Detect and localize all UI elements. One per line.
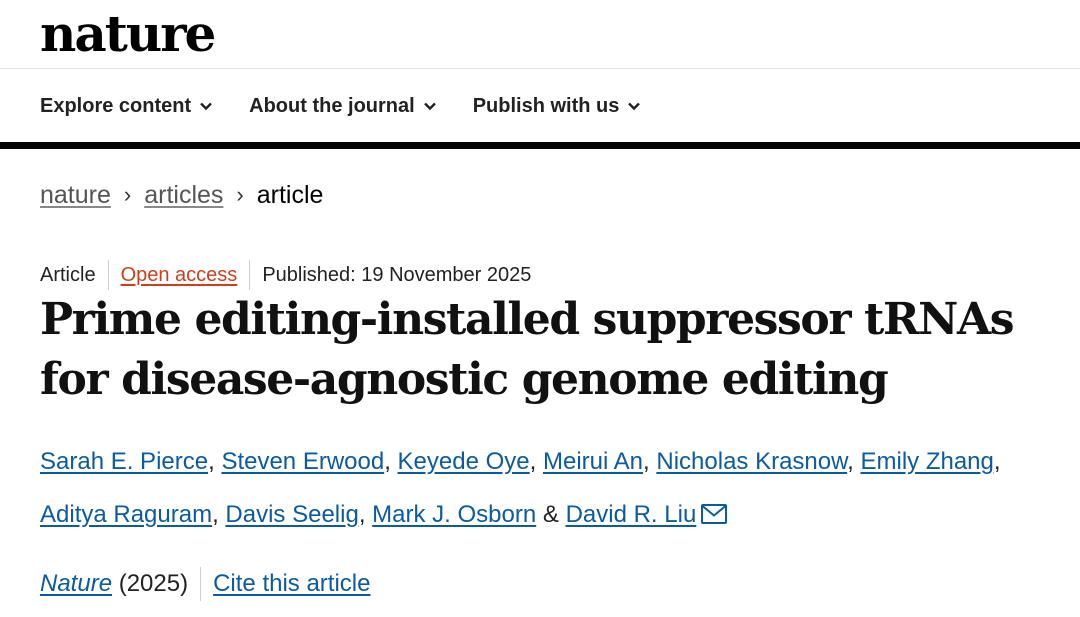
author-link[interactable]: Nicholas Krasnow — [656, 448, 847, 475]
author-separator: , — [529, 448, 543, 475]
nav-label: About the journal — [249, 95, 415, 117]
chevron-down-icon — [423, 102, 436, 111]
cite-divider — [200, 567, 202, 601]
author-separator: , — [208, 448, 222, 475]
article-title: Prime editing-installed suppressor tRNAs… — [40, 290, 1050, 410]
article-type: Article — [40, 264, 96, 286]
cite-this-article-link[interactable]: Cite this article — [213, 566, 370, 602]
author-separator: , — [384, 448, 398, 475]
author-link[interactable]: Davis Seelig — [225, 501, 358, 528]
meta-divider — [107, 260, 109, 290]
chevron-down-icon — [200, 102, 212, 111]
author-list: Sarah E. Pierce, Steven Erwood, Keyede O… — [40, 435, 1040, 541]
author-separator: , — [847, 448, 861, 475]
main-nav: Explore content About the journal Publis… — [40, 91, 641, 121]
open-access-link[interactable]: Open access — [121, 259, 238, 291]
breadcrumb-separator: › — [236, 182, 244, 207]
author-separator: , — [993, 448, 1001, 475]
journal-link[interactable]: Nature — [40, 566, 112, 602]
nav-label: Explore content — [40, 95, 192, 117]
article-title-line-1: Prime editing-installed suppressor tRNAs — [40, 294, 1014, 345]
breadcrumb-current: article — [256, 181, 324, 209]
author-separator: , — [212, 501, 226, 528]
published-date: Published: 19 November 2025 — [262, 264, 532, 286]
author-link[interactable]: Aditya Raguram — [40, 501, 212, 528]
header-divider — [0, 68, 1080, 69]
author-link[interactable]: Steven Erwood — [221, 448, 384, 475]
meta-divider — [249, 260, 251, 290]
nav-publish-with-us[interactable]: Publish with us — [473, 91, 642, 121]
breadcrumb-separator: › — [123, 182, 132, 207]
citation-year: (2025) — [112, 566, 188, 602]
author-separator: , — [358, 501, 373, 528]
nav-about-journal[interactable]: About the journal — [249, 91, 437, 121]
author-link[interactable]: Keyede Oye — [398, 448, 530, 475]
article-title-line-2: for disease-agnostic genome editing — [40, 354, 889, 405]
author-link[interactable]: Mark J. Osborn — [372, 501, 536, 528]
author-link[interactable]: Meirui An — [543, 448, 643, 475]
nav-explore-content[interactable]: Explore content — [40, 91, 213, 121]
author-link[interactable]: Emily Zhang — [860, 448, 993, 475]
author-link[interactable]: David R. Liu — [566, 501, 697, 528]
year-text: (2025) — [118, 570, 189, 597]
breadcrumb: nature › articles › article — [40, 178, 323, 212]
article-meta: Article Open access Published: 19 Novemb… — [40, 259, 531, 291]
author-separator: , — [643, 448, 657, 475]
breadcrumb-articles[interactable]: articles — [144, 178, 223, 212]
chevron-down-icon — [628, 102, 641, 111]
nav-bottom-bar — [0, 142, 1080, 149]
breadcrumb-nature[interactable]: nature — [40, 178, 111, 212]
citation-line: Nature (2025) Cite this article — [40, 566, 370, 602]
nav-label: Publish with us — [472, 95, 620, 117]
nature-logo[interactable]: nature — [40, 4, 216, 64]
mail-icon[interactable] — [700, 503, 728, 525]
author-link[interactable]: Sarah E. Pierce — [40, 448, 208, 475]
author-separator: & — [536, 501, 566, 528]
